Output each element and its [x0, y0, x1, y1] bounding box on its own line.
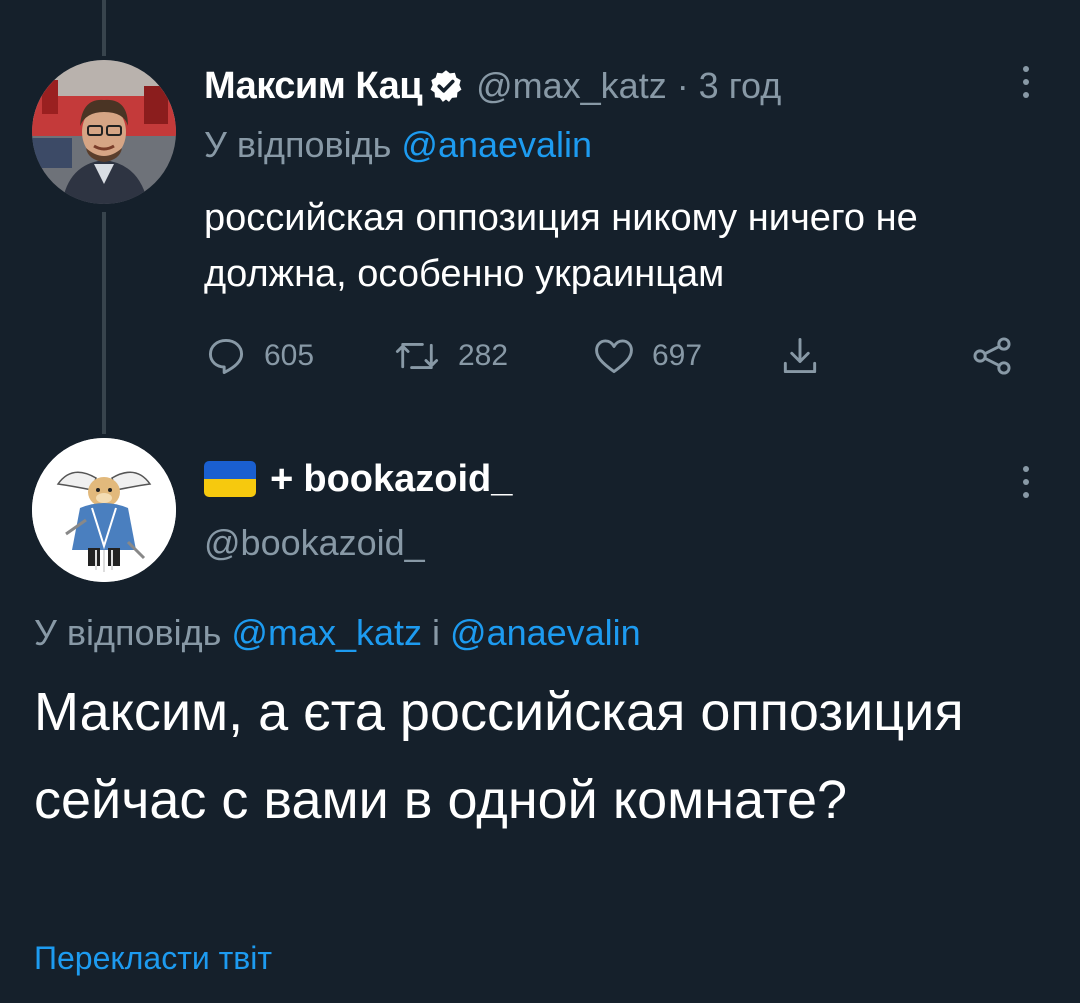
reply-conjunction: і — [422, 612, 451, 653]
reply-mention-link[interactable]: @anaevalin — [401, 124, 592, 165]
tweet1-text: российская оппозиция никому ничего не до… — [204, 197, 918, 295]
send-icon — [973, 337, 1011, 375]
send-button[interactable] — [970, 328, 1014, 384]
share-button[interactable] — [778, 328, 822, 384]
cross-symbol: + — [270, 456, 294, 501]
tweet2-handle[interactable]: @bookazoid_ — [204, 522, 425, 564]
tweet2-text: Максим, а єта российская оппозиция сейча… — [34, 682, 964, 830]
reply-mention-link[interactable]: @max_katz — [231, 612, 422, 653]
tweet1-handle-time[interactable]: @max_katz · 3 год — [476, 65, 781, 107]
tweet1-header: Максим Кац @max_katz · 3 год — [204, 58, 781, 114]
more-options-icon[interactable] — [1020, 66, 1032, 106]
tweet2-name-row: + bookazoid_ — [204, 454, 512, 504]
more-options-icon[interactable] — [1020, 466, 1032, 506]
reply-mention-link[interactable]: @anaevalin — [450, 612, 641, 653]
share-icon — [783, 338, 817, 374]
tweet1-display-name[interactable]: Максим Кац — [204, 65, 423, 108]
like-count: 697 — [652, 339, 703, 372]
like-button[interactable]: 697 — [592, 328, 702, 384]
tweet2-display-name[interactable]: bookazoid_ — [303, 458, 512, 501]
translate-tweet-link[interactable]: Перекласти твіт — [34, 940, 272, 977]
avatar-max-katz[interactable] — [32, 60, 176, 204]
reply-prefix: У відповідь — [34, 612, 232, 653]
tweet2-reply-line: У відповідь @max_katz і @anaevalin — [34, 612, 641, 654]
thread-line-connector — [102, 212, 106, 434]
reply-count: 605 — [264, 339, 315, 372]
reply-prefix: У відповідь — [204, 124, 402, 165]
tweet1-reply-line: У відповідь @anaevalin — [204, 124, 592, 166]
reply-icon — [208, 338, 244, 374]
retweet-icon — [395, 342, 439, 370]
retweet-button[interactable]: 282 — [392, 328, 508, 384]
reply-button[interactable]: 605 — [204, 328, 314, 384]
like-icon — [595, 339, 633, 374]
retweet-count: 282 — [458, 339, 509, 372]
tweet1-action-bar: 605 282 697 — [204, 328, 1034, 384]
ukraine-flag-icon — [204, 461, 256, 497]
verified-badge-icon — [428, 68, 464, 104]
thread-line-top — [102, 0, 106, 56]
avatar-bookazoid[interactable] — [32, 438, 176, 582]
